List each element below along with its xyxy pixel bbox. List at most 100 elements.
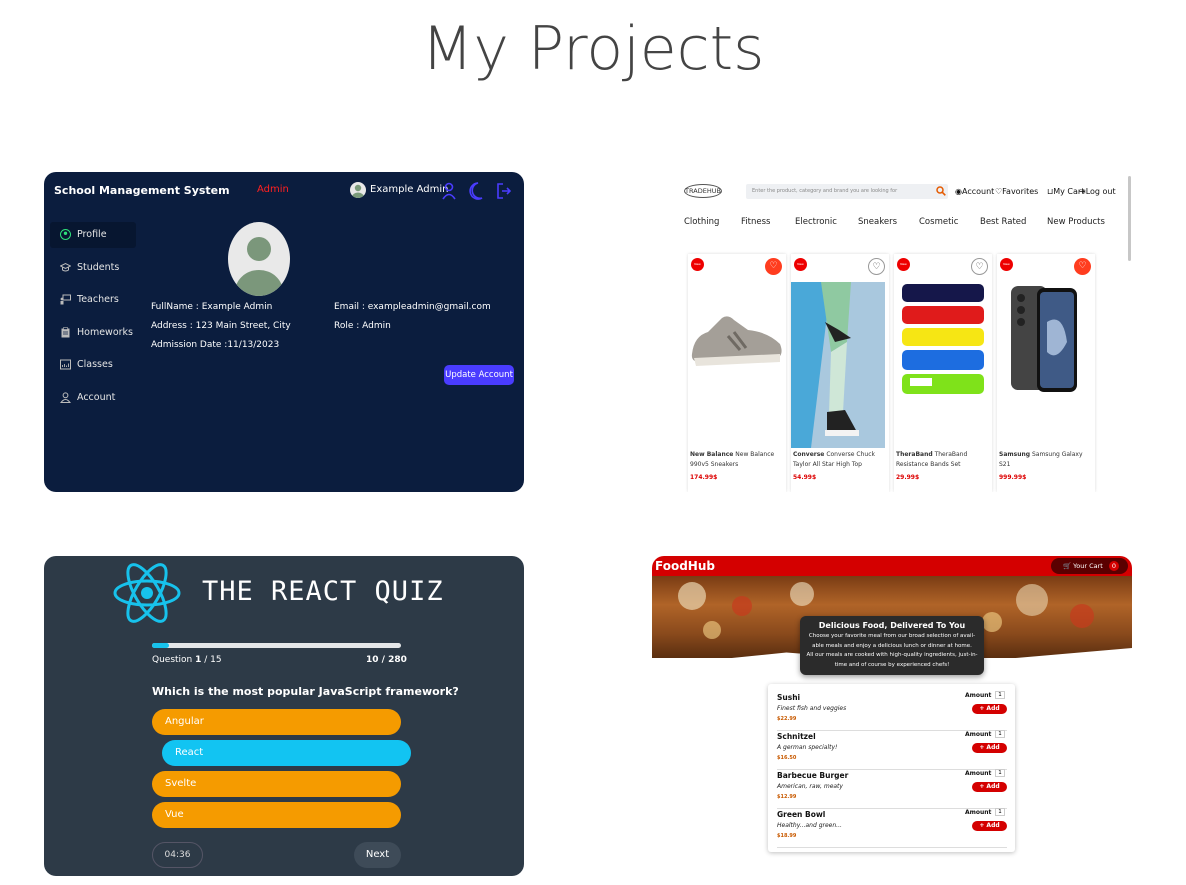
nav-logout[interactable]: ⇥Log out [1079, 187, 1116, 196]
amount-input[interactable]: 1 [995, 808, 1005, 816]
cart-count: 0 [1108, 561, 1119, 571]
meal-price: $22.99 [777, 716, 797, 722]
meal-name: Green Bowl [777, 810, 826, 819]
product-brand: New Balance [690, 451, 734, 458]
app-title: School Management System [54, 184, 230, 197]
heart-icon[interactable]: ♡ [765, 258, 782, 275]
update-account-button[interactable]: Update Account [444, 365, 514, 385]
page-title: My Projects [421, 14, 765, 84]
hero-text-2: All our meals are cooked with high-quali… [806, 652, 978, 668]
meal-desc: A german specialty! [777, 744, 838, 751]
sidebar-item-label: Classes [77, 359, 113, 370]
meal-list: Sushi Finest fish and veggies $22.99 Amo… [768, 684, 1015, 852]
category-best-rated[interactable]: Best Rated [980, 217, 1026, 227]
profile-icon [60, 229, 71, 240]
meal-name: Schnitzel [777, 732, 816, 741]
category-clothing[interactable]: Clothing [684, 217, 719, 227]
cart-label: Your Cart [1073, 562, 1103, 570]
hero-summary: Delicious Food, Delivered To You Choose … [800, 616, 984, 675]
project-card-school-management[interactable]: School Management System Admin Example A… [44, 172, 524, 492]
logout-icon: ⇥ [1079, 187, 1086, 196]
scrollbar[interactable] [1128, 176, 1131, 261]
moon-icon[interactable] [468, 181, 484, 200]
next-button[interactable]: Next [354, 842, 401, 868]
hero-text-1: Choose your favorite meal from our broad… [808, 633, 976, 649]
account-icon: ◉ [955, 187, 962, 196]
hero-text: Choose your favorite meal from our broad… [804, 632, 980, 670]
role-tag: Admin [257, 184, 289, 195]
heart-icon[interactable]: ♡ [868, 258, 885, 275]
project-card-react-quiz[interactable]: THE REACT QUIZ Question 1 / 15 10 / 280 … [44, 556, 524, 876]
project-card-tradehub[interactable]: TRADEHUB Enter the product, category and… [652, 172, 1132, 492]
amount-label: Amount [965, 809, 992, 816]
meal-price: $16.50 [777, 755, 797, 761]
add-button[interactable]: + Add [972, 704, 1007, 714]
amount-label: Amount [965, 692, 992, 699]
meal-item: Green Bowl Healthy...and green... $18.99… [777, 808, 1007, 848]
add-button[interactable]: + Add [972, 743, 1007, 753]
account-icon [60, 392, 71, 403]
sidebar-item-label: Homeworks [77, 327, 133, 338]
question-total: / 15 [201, 655, 222, 665]
sidebar-item-account[interactable]: Account [60, 392, 115, 403]
product-desc: New Balance New Balance 990v5 Sneakers [690, 450, 784, 470]
product-desc: Converse Converse Chuck Taylor All Star … [793, 450, 887, 470]
teacher-icon [60, 294, 71, 305]
product-card[interactable]: New ♡ Samsung Samsung Galaxy S21 999.99$ [997, 254, 1095, 492]
project-card-foodhub[interactable]: FoodHub 🛒 Your Cart 0 Delicious Food, De… [652, 556, 1132, 876]
sidebar-item-teachers[interactable]: Teachers [60, 294, 119, 305]
amount-input[interactable]: 1 [995, 730, 1005, 738]
category-cosmetic[interactable]: Cosmetic [919, 217, 958, 227]
sidebar-item-classes[interactable]: Classes [60, 359, 113, 370]
amount-label: Amount [965, 731, 992, 738]
cart-button[interactable]: 🛒 Your Cart 0 [1051, 558, 1128, 574]
heart-icon[interactable]: ♡ [971, 258, 988, 275]
meal-price: $12.99 [777, 794, 797, 800]
quiz-timer: 04:36 [152, 842, 203, 868]
product-brand: Converse [793, 451, 825, 458]
product-card[interactable]: New ♡ New Balance New Balance 990v5 Snea… [688, 254, 786, 492]
profile-email: Email : exampleadmin@gmail.com [334, 302, 491, 312]
nav-account[interactable]: ◉Account [955, 187, 994, 196]
new-badge: New [1000, 258, 1013, 271]
product-card[interactable]: New ♡ Converse Converse Chuck Taylor All… [791, 254, 889, 492]
option-react[interactable]: React [162, 740, 411, 766]
amount-input[interactable]: 1 [995, 769, 1005, 777]
option-svelte[interactable]: Svelte [152, 771, 401, 797]
product-desc: Samsung Samsung Galaxy S21 [999, 450, 1093, 470]
search-icon[interactable] [936, 186, 946, 196]
profile-address: Address : 123 Main Street, City [151, 321, 291, 331]
product-price: 999.99$ [999, 474, 1027, 481]
new-badge: New [794, 258, 807, 271]
product-brand: Samsung [999, 451, 1031, 458]
progress-bar-fill [152, 643, 169, 648]
search-input[interactable]: Enter the product, category and brand yo… [746, 184, 948, 199]
amount-input[interactable]: 1 [995, 691, 1005, 699]
category-fitness[interactable]: Fitness [741, 217, 770, 227]
progress-bar [152, 643, 401, 648]
question-text: Which is the most popular JavaScript fra… [152, 685, 459, 698]
logout-icon[interactable] [496, 182, 512, 200]
add-button[interactable]: + Add [972, 821, 1007, 831]
tradehub-logo[interactable]: TRADEHUB [684, 184, 722, 198]
resistance-bands-image [902, 284, 984, 394]
sidebar-item-profile[interactable]: Profile [60, 229, 107, 240]
nav-favorites[interactable]: ♡Favorites [995, 187, 1038, 196]
category-new-products[interactable]: New Products [1047, 217, 1105, 227]
new-badge: New [897, 258, 910, 271]
product-brand: TheraBand [896, 451, 933, 458]
category-sneakers[interactable]: Sneakers [858, 217, 897, 227]
option-vue[interactable]: Vue [152, 802, 401, 828]
sidebar-item-students[interactable]: Students [60, 262, 119, 273]
new-badge: New [691, 258, 704, 271]
category-electronic[interactable]: Electronic [795, 217, 837, 227]
heart-icon[interactable]: ♡ [1074, 258, 1091, 275]
option-angular[interactable]: Angular [152, 709, 401, 735]
question-counter: Question 1 / 15 [152, 655, 222, 665]
add-button[interactable]: + Add [972, 782, 1007, 792]
brand-name: FoodHub [655, 559, 715, 573]
sidebar-item-homeworks[interactable]: Homeworks [60, 327, 133, 338]
meal-desc: Healthy...and green... [777, 822, 842, 829]
user-icon[interactable] [442, 182, 456, 200]
product-card[interactable]: New ♡ TheraBand TheraBand Resistance Ban… [894, 254, 992, 492]
